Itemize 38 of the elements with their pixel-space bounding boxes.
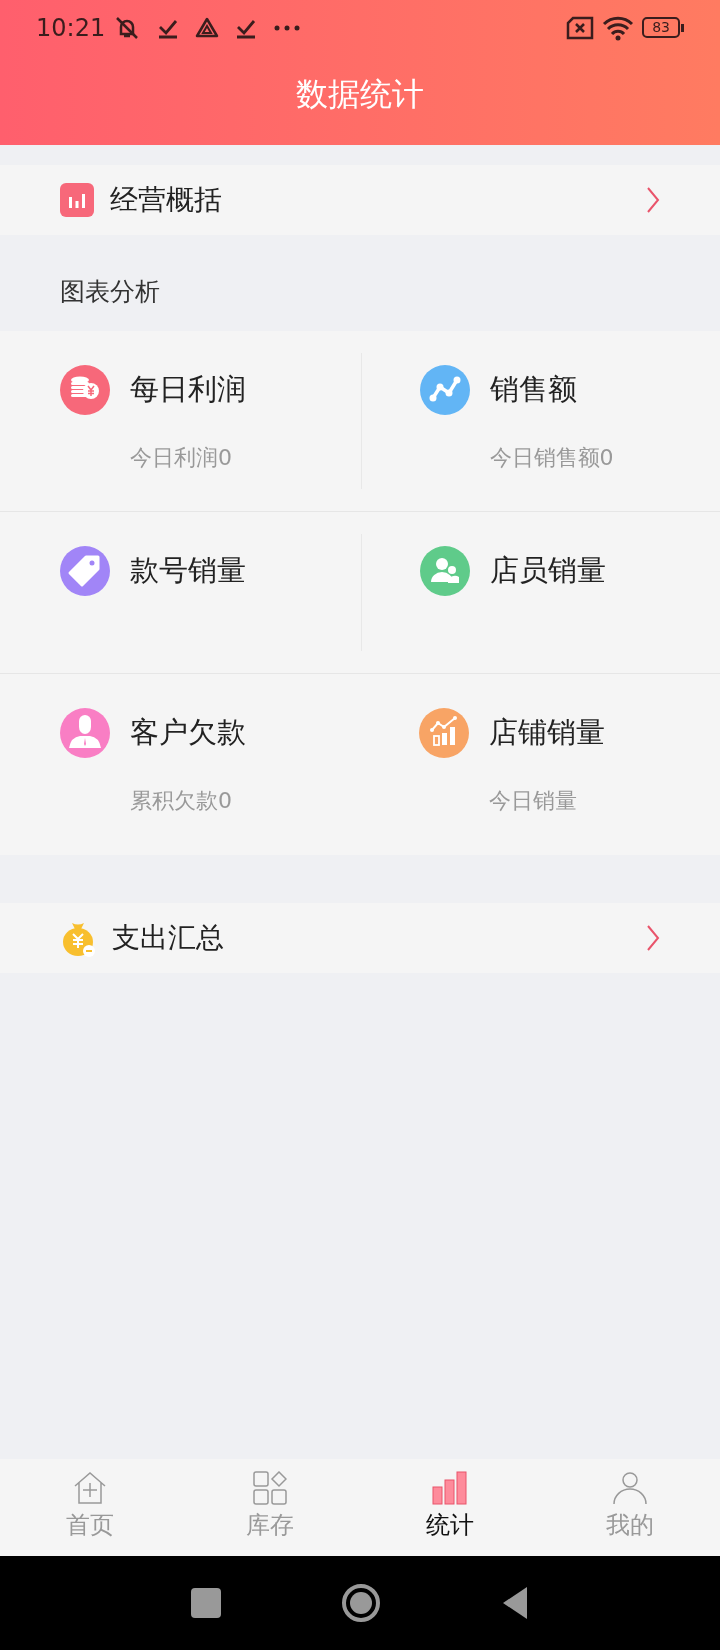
chevron-right-icon — [646, 186, 660, 214]
home-icon — [73, 1471, 107, 1505]
list-row[interactable]: 经营概括 — [0, 165, 720, 235]
page-title: 数据统计 — [295, 74, 425, 115]
tile-title: 每日利润 — [130, 371, 246, 409]
tile-subtitle: 今日利润0 — [130, 444, 233, 472]
bar-chart-icon — [432, 1471, 468, 1505]
section-title: 图表分析 — [60, 276, 160, 309]
tile-title: 销售额 — [489, 371, 577, 409]
tile-title: 客户欠款 — [130, 714, 246, 752]
grid-tile[interactable]: 销售额 今日销售额0 — [361, 353, 720, 489]
row-label: 支出汇总 — [112, 920, 224, 956]
grid-tile[interactable]: 店员销量 — [361, 534, 720, 651]
tab[interactable]: 统计 — [360, 1459, 540, 1556]
home-button[interactable] — [341, 1583, 381, 1623]
grid-icon — [253, 1471, 287, 1505]
sim-icon — [566, 15, 595, 40]
tile-subtitle: 累积欠款0 — [130, 787, 233, 815]
tile-title: 店员销量 — [489, 552, 606, 590]
tile-title: 款号销量 — [130, 552, 246, 590]
row-label: 经营概括 — [110, 182, 222, 218]
status-time: 10:21 — [36, 12, 106, 44]
grid-tile[interactable]: 每日利润 今日利润0 — [0, 353, 362, 489]
grid-tile[interactable]: 客户欠款 累积欠款0 — [0, 696, 361, 833]
back-button[interactable] — [501, 1586, 529, 1620]
more-icon — [273, 23, 302, 32]
list-row[interactable]: 支出汇总 — [0, 903, 720, 973]
wifi-icon — [602, 14, 635, 41]
battery-level: 83 — [642, 17, 680, 38]
chevron-right-icon — [646, 924, 660, 952]
bar-chart-icon — [60, 183, 94, 217]
triangle-icon — [195, 16, 220, 39]
tile-subtitle: 今日销量 — [489, 787, 578, 815]
grid-tile[interactable]: 款号销量 — [0, 534, 362, 651]
grid-tile[interactable]: 店铺销量 今日销量 — [361, 696, 720, 833]
user-icon — [613, 1471, 647, 1505]
tile-title: 店铺销量 — [489, 714, 605, 752]
tile-subtitle: 今日销售额0 — [489, 444, 615, 472]
